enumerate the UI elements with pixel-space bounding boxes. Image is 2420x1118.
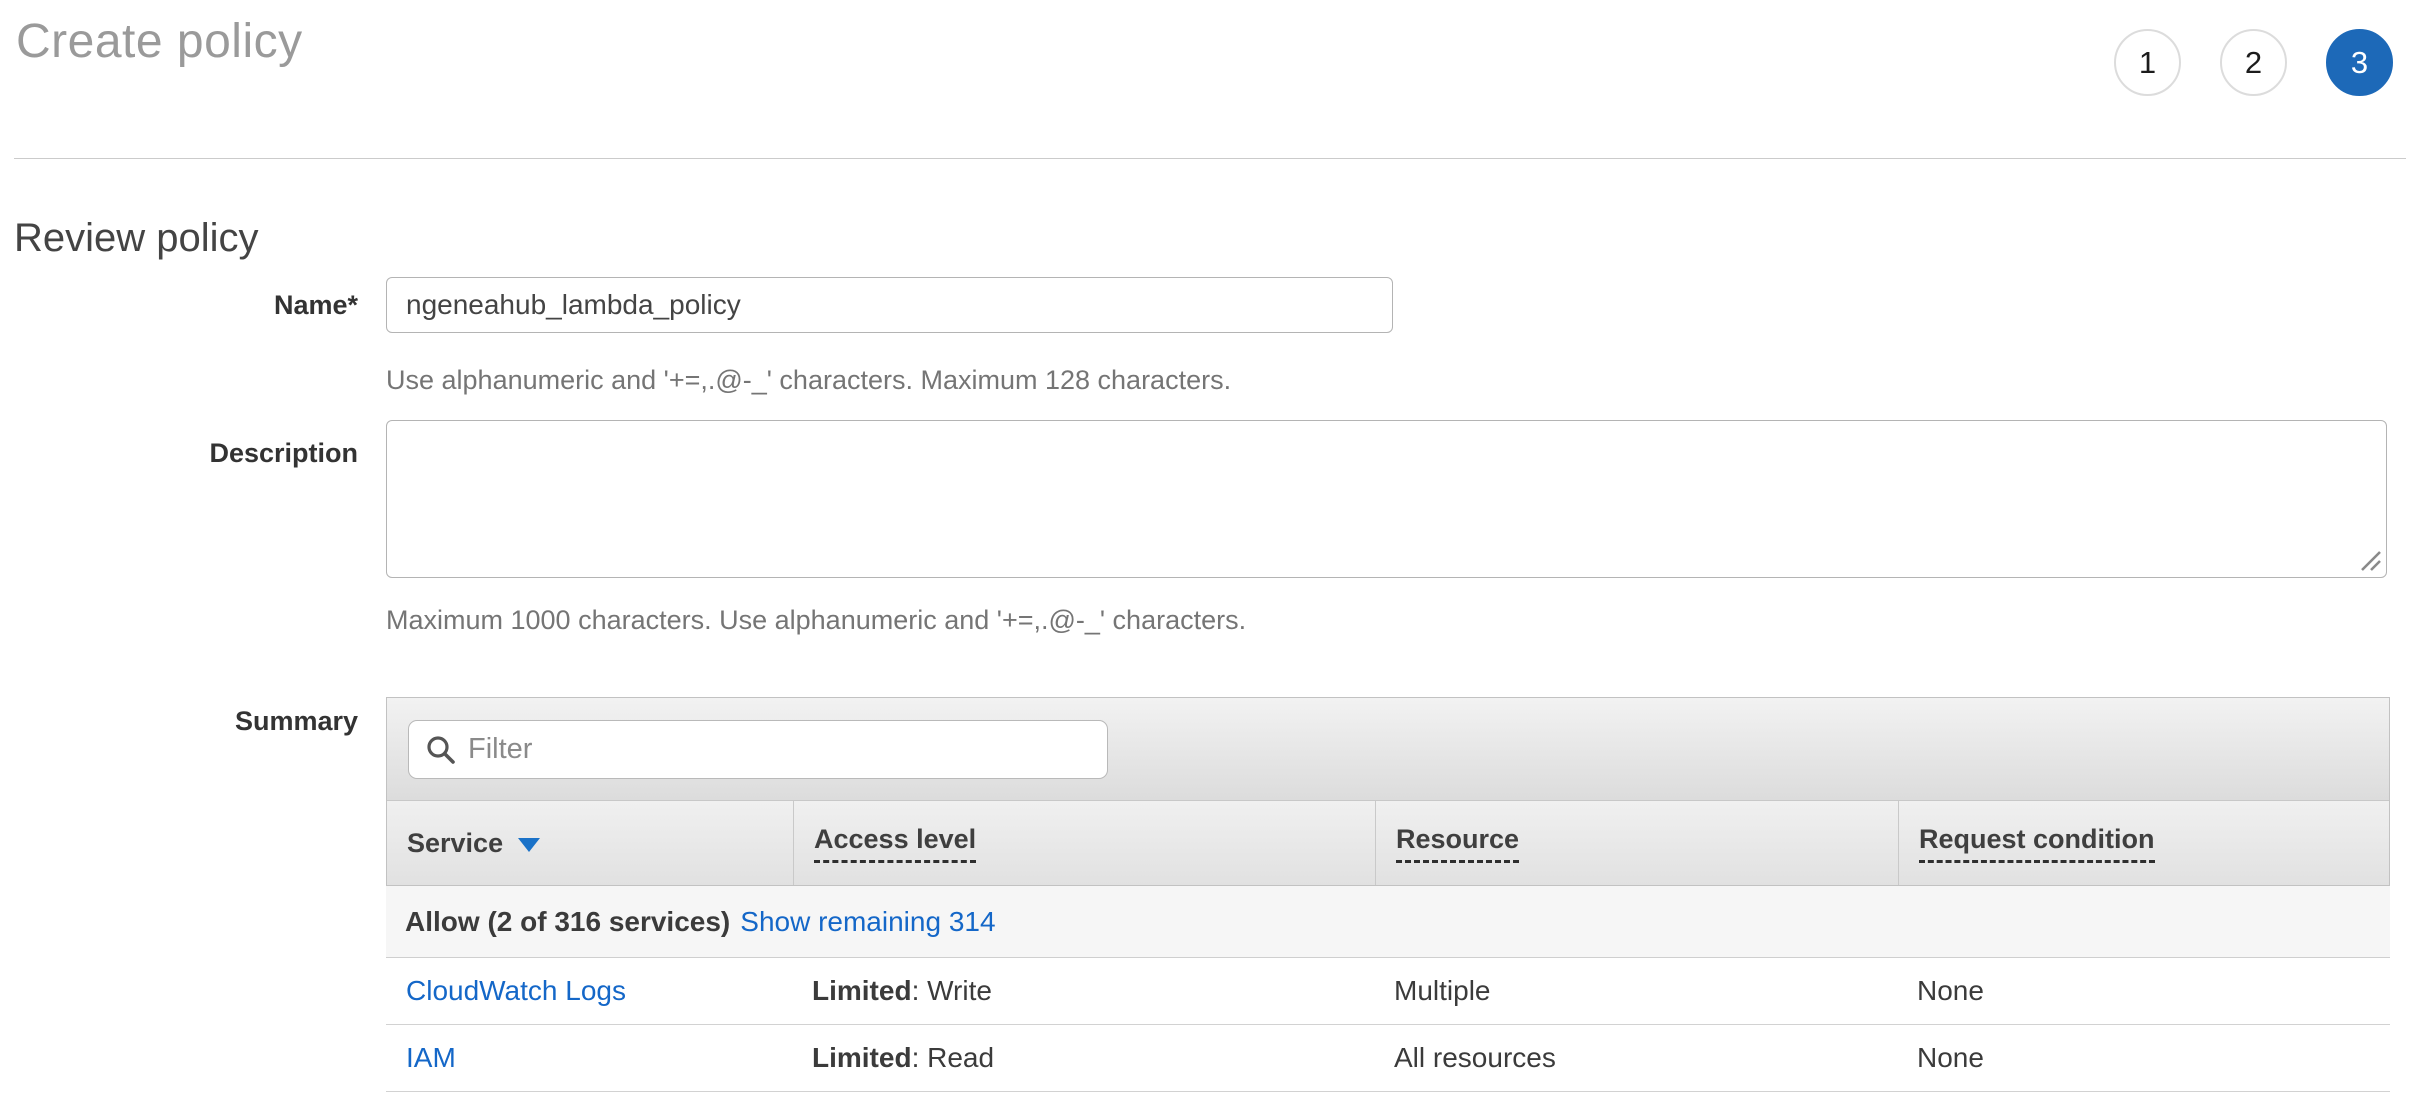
table-row: IAM Limited: Read All resources None	[386, 1025, 2390, 1092]
column-header-resource: Resource	[1375, 801, 1898, 885]
access-level-cell: Limited: Read	[792, 1025, 1374, 1091]
access-level-cell: Limited: Write	[792, 958, 1374, 1024]
filter-input[interactable]	[468, 733, 1088, 766]
request-condition-header-label: Request condition	[1919, 824, 2155, 863]
column-header-request-condition: Request condition	[1898, 801, 2389, 885]
access-level-type: Limited	[812, 975, 912, 1007]
table-header-row: Service Access level Resource Request co…	[387, 801, 2389, 885]
service-link[interactable]: CloudWatch Logs	[406, 975, 626, 1007]
column-header-service[interactable]: Service	[387, 801, 793, 885]
show-remaining-link[interactable]: Show remaining 314	[740, 906, 995, 938]
summary-table-head: Service Access level Resource Request co…	[386, 697, 2390, 886]
header-divider	[14, 158, 2406, 159]
name-label: Name*	[0, 277, 358, 333]
resource-header-label: Resource	[1396, 824, 1519, 863]
wizard-step-2[interactable]: 2	[2220, 29, 2287, 96]
allow-group-row: Allow (2 of 316 services) Show remaining…	[386, 886, 2390, 958]
wizard-step-1[interactable]: 1	[2114, 29, 2181, 96]
summary-table: Service Access level Resource Request co…	[386, 697, 2390, 1092]
service-cell: CloudWatch Logs	[386, 958, 792, 1024]
section-heading: Review policy	[14, 216, 259, 261]
access-level-detail: : Write	[912, 975, 992, 1007]
filter-section	[387, 698, 2389, 801]
request-condition-cell: None	[1897, 958, 2390, 1024]
summary-label: Summary	[0, 706, 358, 737]
description-label: Description	[0, 438, 358, 469]
resource-cell: All resources	[1374, 1025, 1897, 1091]
policy-name-input[interactable]	[386, 277, 1393, 333]
wizard-step-3-active[interactable]: 3	[2326, 29, 2393, 96]
access-level-header-label: Access level	[814, 824, 976, 863]
description-field-wrapper	[386, 420, 2387, 578]
access-level-detail: : Read	[912, 1042, 995, 1074]
resource-cell: Multiple	[1374, 958, 1897, 1024]
table-row: CloudWatch Logs Limited: Write Multiple …	[386, 958, 2390, 1025]
request-condition-cell: None	[1897, 1025, 2390, 1091]
name-help-text: Use alphanumeric and '+=,.@-_' character…	[386, 365, 1231, 396]
service-header-label: Service	[407, 828, 503, 859]
access-level-type: Limited	[812, 1042, 912, 1074]
resize-handle-icon[interactable]	[2358, 548, 2382, 572]
allow-group-label: Allow (2 of 316 services)	[405, 906, 730, 938]
column-header-access-level: Access level	[793, 801, 1375, 885]
description-help-text: Maximum 1000 characters. Use alphanumeri…	[386, 605, 1246, 636]
service-cell: IAM	[386, 1025, 792, 1091]
page-title: Create policy	[16, 14, 303, 69]
policy-description-textarea[interactable]	[386, 420, 2387, 578]
search-icon	[425, 734, 456, 765]
filter-box[interactable]	[408, 720, 1108, 779]
sort-descending-icon	[518, 838, 540, 852]
service-link[interactable]: IAM	[406, 1042, 456, 1074]
wizard-step-indicator: 1 2 3	[2114, 29, 2393, 96]
